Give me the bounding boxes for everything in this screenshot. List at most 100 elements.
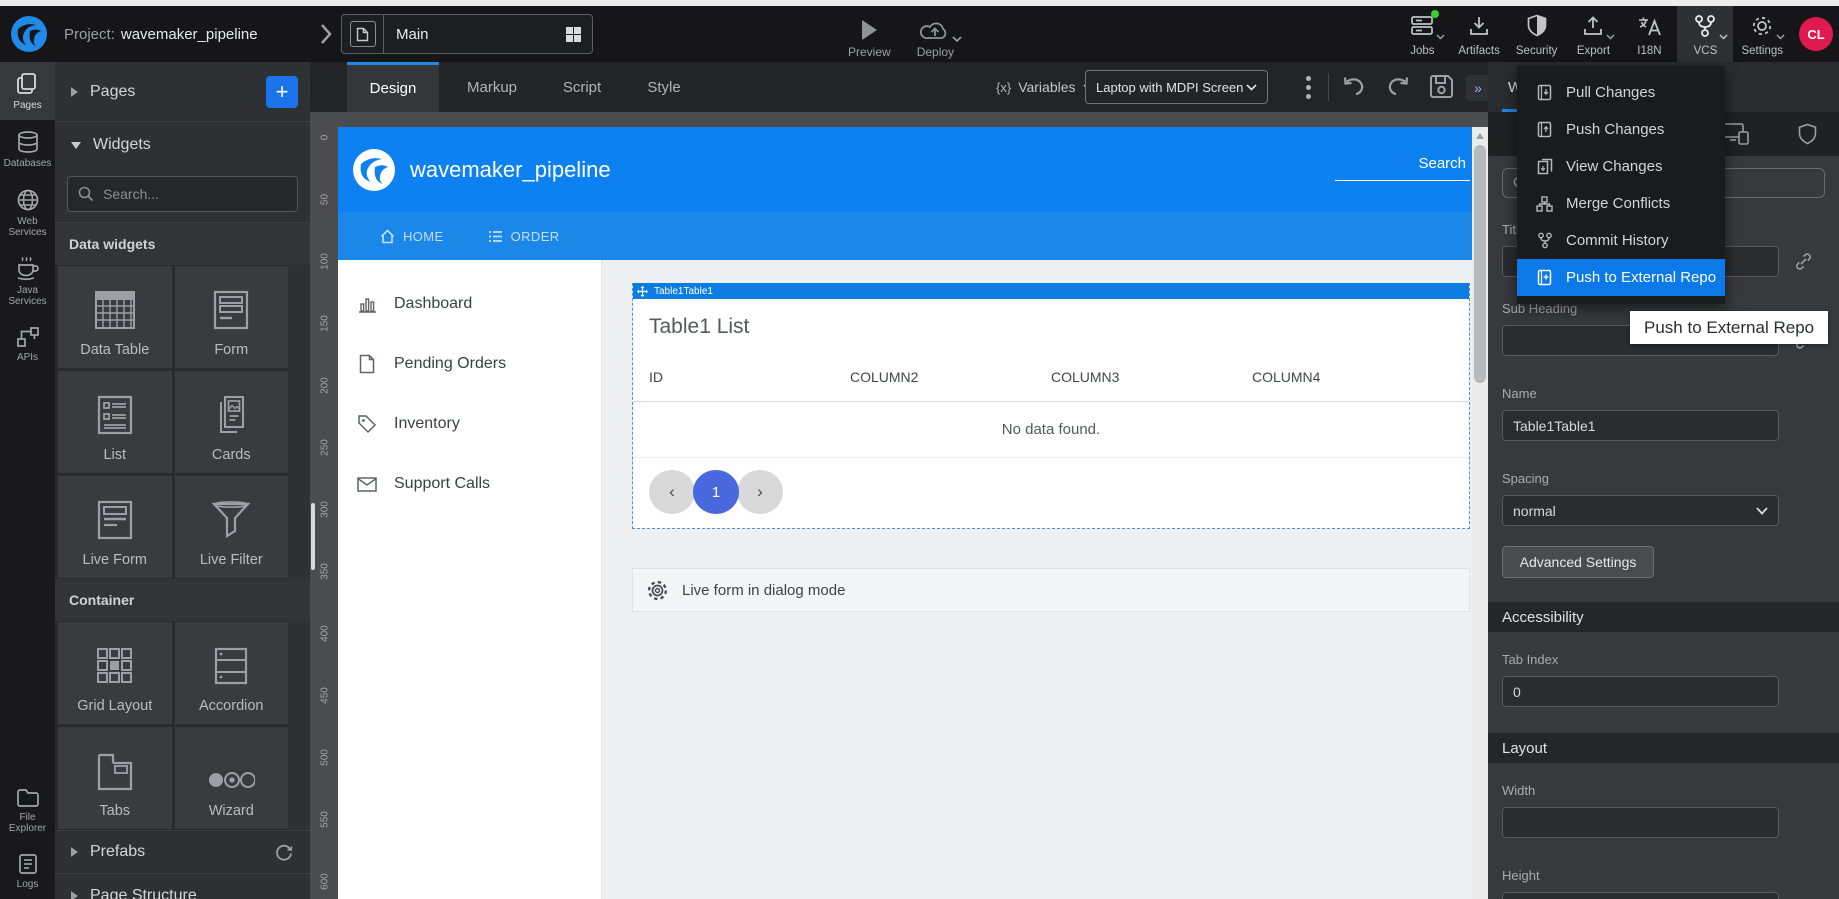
rail-item-logs[interactable]: Logs: [0, 843, 55, 899]
width-input[interactable]: [1502, 807, 1779, 838]
menu-item-dashboard[interactable]: Dashboard: [338, 274, 601, 334]
current-page-button[interactable]: 1: [693, 470, 739, 514]
scrollbar-thumb[interactable]: [1474, 145, 1486, 383]
menu-item-merge-conflicts[interactable]: Merge Conflicts: [1517, 185, 1725, 222]
bind-link-icon[interactable]: [1794, 252, 1813, 271]
scroll-up-arrow-icon[interactable]: [1476, 133, 1484, 139]
widgets-section-header[interactable]: Widgets: [55, 122, 310, 168]
column-header[interactable]: COLUMN2: [850, 369, 1051, 385]
widget-card-accordion[interactable]: Accordion: [175, 622, 289, 724]
widget-card-live-form[interactable]: Live Form: [58, 476, 172, 578]
artifacts-button[interactable]: Artifacts: [1450, 6, 1508, 62]
widget-card-list[interactable]: List: [58, 371, 172, 473]
artifacts-download-icon: [1468, 13, 1490, 38]
tab-design[interactable]: Design: [347, 62, 439, 112]
next-page-button[interactable]: ›: [737, 470, 783, 514]
nav-link-home[interactable]: HOME: [380, 229, 444, 244]
name-input[interactable]: [1502, 410, 1779, 441]
rail-item-databases[interactable]: Databases: [0, 120, 55, 178]
i18n-button[interactable]: I18N: [1621, 6, 1677, 62]
editor-toolbar: Design Markup Script Style {x} Variables…: [310, 62, 1488, 112]
page-file-icon: [350, 21, 376, 47]
menu-item-view-changes[interactable]: View Changes: [1517, 148, 1725, 185]
security-button[interactable]: Security: [1508, 6, 1566, 62]
tab-index-input[interactable]: [1502, 676, 1779, 707]
left-panel-scrollbar[interactable]: [311, 503, 315, 570]
menu-item-pending-orders[interactable]: Pending Orders: [338, 334, 601, 394]
tab-markup[interactable]: Markup: [446, 62, 538, 112]
menu-item-inventory[interactable]: Inventory: [338, 394, 601, 454]
settings-button[interactable]: Settings: [1733, 6, 1791, 62]
rail-item-apis[interactable]: APIs: [0, 316, 55, 372]
widget-card-live-filter[interactable]: Live Filter: [175, 476, 289, 578]
deploy-button[interactable]: Deploy: [917, 10, 954, 59]
menu-item-support-calls[interactable]: Support Calls: [338, 454, 601, 514]
preview-button[interactable]: Preview: [848, 10, 891, 59]
widget-selection-tag[interactable]: Table1Table1: [633, 283, 1469, 299]
security-properties-icon[interactable]: [1798, 123, 1817, 145]
column-header[interactable]: COLUMN4: [1252, 369, 1453, 385]
tab-script[interactable]: Script: [542, 62, 622, 112]
device-selector[interactable]: Laptop with MDPI Screen: [1085, 70, 1268, 104]
rail-item-web-services[interactable]: Web Services: [0, 178, 55, 247]
prefabs-section-header[interactable]: Prefabs: [55, 830, 310, 874]
widget-card-form[interactable]: Form: [175, 266, 289, 368]
column-header[interactable]: COLUMN3: [1051, 369, 1252, 385]
pages-section-header[interactable]: Pages +: [55, 62, 310, 122]
user-avatar[interactable]: CL: [1799, 17, 1833, 51]
widget-card-grid-layout[interactable]: Grid Layout: [58, 622, 172, 724]
menu-item-push-changes[interactable]: Push Changes: [1517, 111, 1725, 148]
collapse-right-panel-button[interactable]: »: [1466, 75, 1490, 101]
page-grid-icon[interactable]: [565, 26, 582, 43]
nav-link-order[interactable]: ORDER: [488, 229, 560, 244]
rail-item-file-explorer[interactable]: File Explorer: [0, 778, 55, 843]
undo-button[interactable]: [1340, 74, 1366, 98]
page-structure-section-header[interactable]: Page Structure: [55, 874, 310, 899]
security-shield-icon: [1527, 13, 1547, 38]
widget-card-cards[interactable]: Cards: [175, 371, 289, 473]
page-file-button[interactable]: [342, 15, 384, 53]
selected-table-widget[interactable]: Table1Table1 Table1 List ID COLUMN2 COLU…: [632, 283, 1470, 529]
save-button[interactable]: [1428, 73, 1455, 100]
height-input[interactable]: [1502, 892, 1779, 899]
menu-item-push-to-external-repo[interactable]: Push to External Repo: [1517, 259, 1725, 296]
live-form-icon: [95, 500, 135, 540]
app-search-link[interactable]: Search: [1335, 149, 1470, 181]
add-page-button[interactable]: +: [266, 76, 298, 108]
wizard-icon: [207, 769, 255, 791]
open-page-tab-main[interactable]: Main: [341, 14, 593, 54]
jobs-button[interactable]: Jobs: [1394, 6, 1450, 62]
ruler-mark: 450: [320, 683, 331, 709]
accessibility-section-header: Accessibility: [1488, 602, 1839, 632]
column-header[interactable]: ID: [649, 369, 850, 385]
rail-item-pages[interactable]: Pages: [0, 62, 55, 120]
widget-card-tabs[interactable]: Tabs: [58, 727, 172, 829]
vcs-chevron-icon: [1719, 34, 1728, 40]
table-header-row: ID COLUMN2 COLUMN3 COLUMN4: [633, 343, 1469, 402]
tab-style[interactable]: Style: [628, 62, 700, 112]
move-icon: [637, 286, 648, 297]
live-form-dialog-widget[interactable]: Live form in dialog mode: [632, 568, 1470, 612]
vcs-button[interactable]: VCS: [1677, 6, 1733, 62]
widget-card-data-table[interactable]: Data Table: [58, 266, 172, 368]
widget-card-wizard[interactable]: Wizard: [175, 727, 289, 829]
widget-search-box[interactable]: [67, 176, 298, 212]
menu-item-pull-changes[interactable]: Pull Changes: [1517, 74, 1725, 111]
export-button[interactable]: Export: [1565, 6, 1621, 62]
rail-item-java-services[interactable]: Java Services: [0, 247, 55, 316]
prev-page-button[interactable]: ‹: [649, 470, 695, 514]
spacing-select[interactable]: normal: [1502, 495, 1779, 526]
widget-search-input[interactable]: [103, 186, 287, 202]
toolbar-divider: [1328, 73, 1329, 101]
advanced-settings-button[interactable]: Advanced Settings: [1502, 546, 1654, 578]
menu-item-commit-history[interactable]: Commit History: [1517, 222, 1725, 259]
more-options-button[interactable]: [1295, 73, 1321, 101]
refresh-prefabs-icon[interactable]: [274, 842, 294, 862]
collapsed-arrow-icon: [71, 87, 78, 97]
device-properties-icon[interactable]: [1722, 123, 1750, 145]
redo-button[interactable]: [1386, 74, 1412, 98]
app-title: wavemaker_pipeline: [410, 157, 611, 183]
canvas-scrollbar[interactable]: [1472, 127, 1488, 899]
logs-icon: [17, 853, 39, 875]
variables-button[interactable]: {x} Variables: [996, 62, 1093, 112]
